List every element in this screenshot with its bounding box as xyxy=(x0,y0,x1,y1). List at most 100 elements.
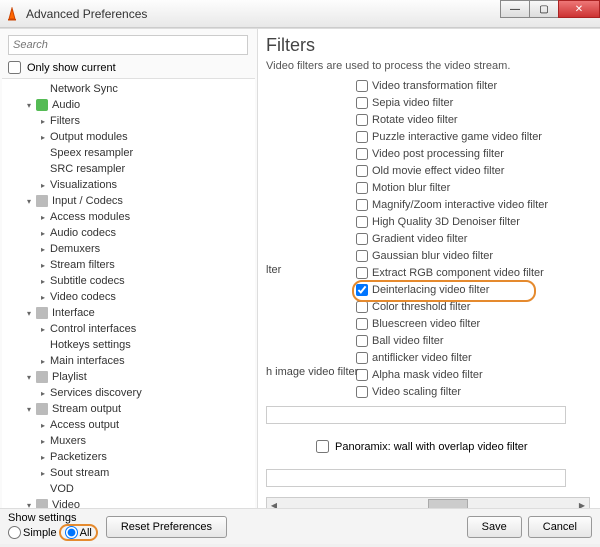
tree-row[interactable]: ▸Services discovery xyxy=(6,385,255,401)
expander-open-icon[interactable]: ▾ xyxy=(24,196,34,206)
filter-item: Ball video filter xyxy=(356,333,590,349)
reset-preferences-button[interactable]: Reset Preferences xyxy=(106,516,227,538)
minimize-button[interactable]: — xyxy=(500,0,530,18)
scroll-thumb[interactable] xyxy=(428,499,468,508)
expander-closed-icon[interactable]: ▸ xyxy=(38,228,48,238)
tree-row[interactable]: ▸Output modules xyxy=(6,129,255,145)
generic-category-icon xyxy=(36,499,48,508)
tree-row[interactable]: ▸Filters xyxy=(6,113,255,129)
filter-label: Extract RGB component video filter xyxy=(372,267,544,279)
cancel-button[interactable]: Cancel xyxy=(528,516,592,538)
tree-row[interactable]: Network Sync xyxy=(6,81,255,97)
expander-closed-icon[interactable]: ▸ xyxy=(38,468,48,478)
tree-row[interactable]: ▸Packetizers xyxy=(6,449,255,465)
tree-row[interactable]: ▸Control interfaces xyxy=(6,321,255,337)
filter-checkbox[interactable] xyxy=(356,216,368,228)
filter-checkbox[interactable] xyxy=(356,352,368,364)
expander-closed-icon[interactable]: ▸ xyxy=(38,452,48,462)
filter-checkbox[interactable] xyxy=(356,233,368,245)
simple-radio[interactable] xyxy=(8,526,21,539)
simple-radio-label[interactable]: Simple xyxy=(8,526,57,539)
filter-checkbox[interactable] xyxy=(356,335,368,347)
filter-checkbox[interactable] xyxy=(356,318,368,330)
tree-row[interactable]: SRC resampler xyxy=(6,161,255,177)
tree-row[interactable]: VOD xyxy=(6,481,255,497)
all-radio-label[interactable]: All xyxy=(59,524,98,541)
only-show-current-label: Only show current xyxy=(27,62,116,74)
tree-row[interactable]: ▾Input / Codecs xyxy=(6,193,255,209)
expander-closed-icon[interactable]: ▸ xyxy=(38,388,48,398)
horizontal-scrollbar[interactable]: ◀ ▶ xyxy=(266,497,590,508)
expander-closed-icon[interactable]: ▸ xyxy=(38,356,48,366)
filter-text-input-2[interactable] xyxy=(266,469,566,487)
filter-checkbox[interactable] xyxy=(356,148,368,160)
tree-row[interactable]: ▸Main interfaces xyxy=(6,353,255,369)
expander-closed-icon[interactable]: ▸ xyxy=(38,276,48,286)
tree-row[interactable]: ▸Audio codecs xyxy=(6,225,255,241)
filter-checkbox[interactable] xyxy=(356,267,368,279)
tree-row[interactable]: ▸Muxers xyxy=(6,433,255,449)
expander-closed-icon[interactable]: ▸ xyxy=(38,260,48,270)
filter-item: Extract RGB component video filter xyxy=(356,265,590,281)
tree-row[interactable]: ▸Access modules xyxy=(6,209,255,225)
filter-text-input-1[interactable] xyxy=(266,406,566,424)
close-button[interactable]: ✕ xyxy=(558,0,600,18)
tree-row[interactable]: ▸Video codecs xyxy=(6,289,255,305)
expander-open-icon[interactable]: ▾ xyxy=(24,372,34,382)
all-radio[interactable] xyxy=(65,526,78,539)
tree-row[interactable]: ▸Stream filters xyxy=(6,257,255,273)
panel-description: Video filters are used to process the vi… xyxy=(266,60,590,72)
tree-row[interactable]: ▸Sout stream xyxy=(6,465,255,481)
expander-closed-icon[interactable]: ▸ xyxy=(38,116,48,126)
filter-checkbox[interactable] xyxy=(356,165,368,177)
generic-category-icon xyxy=(36,371,48,383)
filter-item: Motion blur filter xyxy=(356,180,590,196)
expander-closed-icon[interactable]: ▸ xyxy=(38,292,48,302)
filter-checkbox[interactable] xyxy=(356,284,368,296)
tree-row[interactable]: ▾Playlist xyxy=(6,369,255,385)
expander-closed-icon[interactable]: ▸ xyxy=(38,132,48,142)
preference-tree[interactable]: Network Sync▾Audio▸Filters▸Output module… xyxy=(2,78,255,508)
filter-checkbox[interactable] xyxy=(356,182,368,194)
filter-checkbox[interactable] xyxy=(356,250,368,262)
expander-open-icon[interactable]: ▾ xyxy=(24,404,34,414)
filter-label: Bluescreen video filter xyxy=(372,318,480,330)
tree-row[interactable]: ▸Visualizations xyxy=(6,177,255,193)
filter-checkbox[interactable] xyxy=(356,131,368,143)
expander-closed-icon[interactable]: ▸ xyxy=(38,244,48,254)
filter-checkbox[interactable] xyxy=(356,386,368,398)
filter-item: Puzzle interactive game video filter xyxy=(356,129,590,145)
expander-closed-icon[interactable]: ▸ xyxy=(38,324,48,334)
expander-closed-icon[interactable]: ▸ xyxy=(38,420,48,430)
filter-checkbox[interactable] xyxy=(356,97,368,109)
tree-row[interactable]: ▸Subtitle codecs xyxy=(6,273,255,289)
filter-checkbox[interactable] xyxy=(356,301,368,313)
search-input[interactable] xyxy=(8,35,248,55)
expander-open-icon[interactable]: ▾ xyxy=(24,308,34,318)
left-panel: Only show current Network Sync▾Audio▸Fil… xyxy=(0,29,258,508)
maximize-button[interactable]: ▢ xyxy=(529,0,559,18)
filter-checkbox[interactable] xyxy=(356,114,368,126)
save-button[interactable]: Save xyxy=(467,516,522,538)
tree-row[interactable]: ▾Video xyxy=(6,497,255,508)
tree-row[interactable]: ▾Interface xyxy=(6,305,255,321)
tree-row[interactable]: Hotkeys settings xyxy=(6,337,255,353)
expander-closed-icon[interactable]: ▸ xyxy=(38,436,48,446)
expander-closed-icon[interactable]: ▸ xyxy=(38,180,48,190)
filter-checkbox[interactable] xyxy=(356,199,368,211)
tree-row[interactable]: ▾Stream output xyxy=(6,401,255,417)
only-show-current-checkbox[interactable] xyxy=(8,61,21,74)
scroll-right-icon[interactable]: ▶ xyxy=(575,501,589,509)
expander-open-icon[interactable]: ▾ xyxy=(24,500,34,508)
expander-closed-icon[interactable]: ▸ xyxy=(38,212,48,222)
tree-label: Filters xyxy=(50,115,80,127)
panoramix-checkbox[interactable] xyxy=(316,440,329,453)
tree-row[interactable]: ▸Demuxers xyxy=(6,241,255,257)
filter-item: High Quality 3D Denoiser filter xyxy=(356,214,590,230)
expander-open-icon[interactable]: ▾ xyxy=(24,100,34,110)
tree-row[interactable]: ▾Audio xyxy=(6,97,255,113)
tree-row[interactable]: ▸Access output xyxy=(6,417,255,433)
scroll-left-icon[interactable]: ◀ xyxy=(267,501,281,509)
tree-row[interactable]: Speex resampler xyxy=(6,145,255,161)
filter-checkbox[interactable] xyxy=(356,80,368,92)
